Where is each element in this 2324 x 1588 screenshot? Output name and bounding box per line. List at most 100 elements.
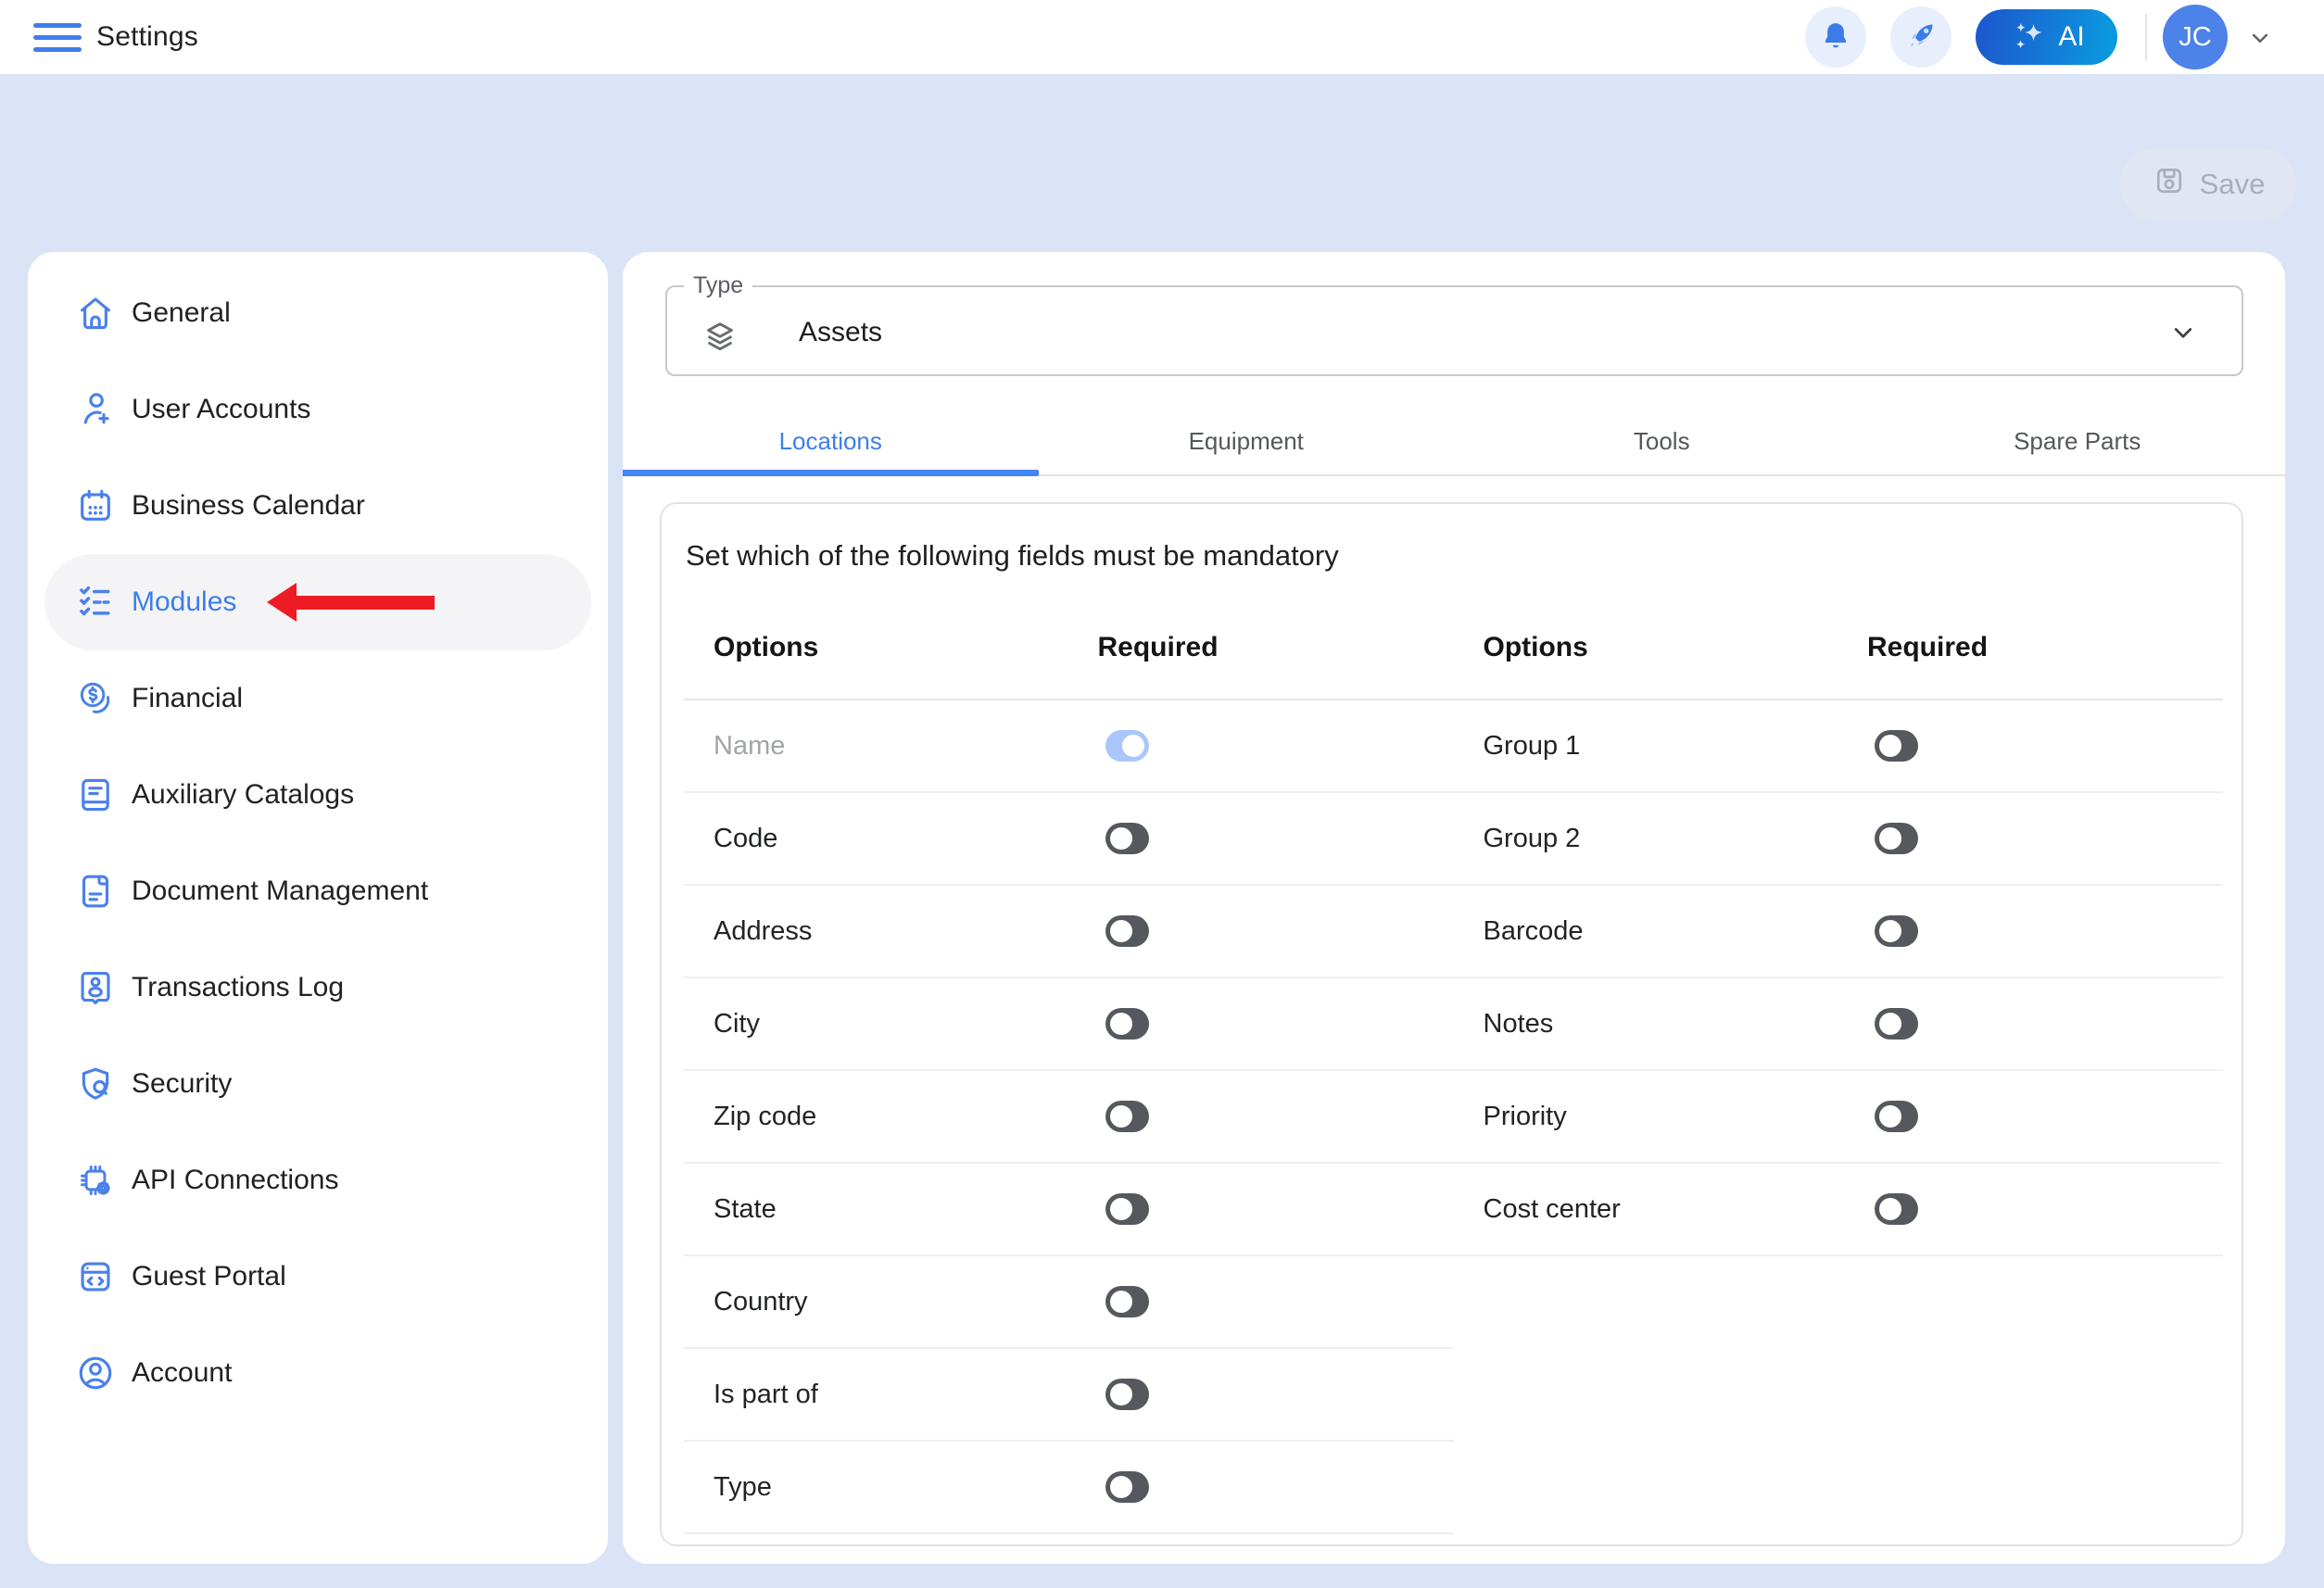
field-label: Is part of	[684, 1380, 1098, 1410]
user-avatar[interactable]: JC	[2163, 5, 2228, 69]
field-label: State	[684, 1194, 1098, 1225]
options-column-header: Options	[684, 632, 1098, 663]
sidebar-item-document-management[interactable]: Document Management	[44, 843, 591, 939]
toggle-knob	[1110, 1383, 1132, 1405]
bell-icon	[1818, 19, 1853, 57]
fields-table-right: OptionsRequiredGroup 1Group 2BarcodeNote…	[1454, 597, 2224, 1534]
id-badge-icon	[75, 967, 116, 1008]
arrow-shaft	[297, 596, 435, 610]
field-label: Address	[684, 916, 1098, 947]
field-label: Country	[684, 1287, 1098, 1317]
tab-spare-parts[interactable]: Spare Parts	[1870, 408, 2286, 474]
field-row-is-part-of: Is part of	[684, 1349, 1454, 1442]
sidebar-item-label: Modules	[132, 586, 236, 618]
required-toggle-priority[interactable]	[1875, 1101, 1918, 1132]
ai-button-label: AI	[2058, 21, 2084, 53]
user-menu-chevron-icon[interactable]	[2246, 24, 2274, 52]
tab-tools[interactable]: Tools	[1454, 408, 1870, 474]
sidebar-item-security[interactable]: Security	[44, 1036, 591, 1132]
sidebar-item-user-accounts[interactable]: User Accounts	[44, 361, 591, 458]
required-toggle-zip-code[interactable]	[1105, 1101, 1149, 1132]
required-toggle-cost-center[interactable]	[1875, 1193, 1918, 1225]
required-toggle-barcode[interactable]	[1875, 915, 1918, 947]
tab-equipment[interactable]: Equipment	[1039, 408, 1455, 474]
required-toggle-name[interactable]	[1105, 730, 1149, 762]
field-label: Code	[684, 824, 1098, 854]
required-toggle-notes[interactable]	[1875, 1008, 1918, 1040]
required-toggle-city[interactable]	[1105, 1008, 1149, 1040]
toggle-knob	[1122, 735, 1144, 757]
settings-sidebar: General User Accounts Business Calendar Mod…	[28, 252, 608, 1564]
type-select-label: Type	[684, 272, 752, 299]
sidebar-item-label: Account	[132, 1357, 232, 1389]
annotation-arrow	[267, 583, 435, 622]
table-header-row: OptionsRequired	[684, 597, 1454, 700]
toggle-knob	[1879, 1198, 1901, 1220]
field-row-city: City	[684, 978, 1454, 1071]
required-toggle-type[interactable]	[1105, 1471, 1149, 1503]
sidebar-item-label: Auxiliary Catalogs	[132, 779, 354, 811]
field-row-zip-code: Zip code	[684, 1071, 1454, 1164]
sidebar-item-label: Business Calendar	[132, 490, 365, 522]
sidebar-item-general[interactable]: General	[44, 265, 591, 361]
field-label: City	[684, 1009, 1098, 1040]
whats-new-button[interactable]	[1890, 6, 1951, 68]
app-header: Settings AI JC	[0, 0, 2324, 74]
user-plus-icon	[75, 389, 116, 430]
field-label: Cost center	[1454, 1194, 1868, 1225]
sidebar-item-list: General User Accounts Business Calendar Mod…	[28, 265, 608, 1421]
required-column-header: Required	[1098, 632, 1219, 663]
field-row-code: Code	[684, 793, 1454, 886]
required-toggle-state[interactable]	[1105, 1193, 1149, 1225]
toggle-knob	[1879, 1105, 1901, 1128]
toggle-knob	[1110, 827, 1132, 850]
calendar-icon	[75, 485, 116, 526]
field-label: Zip code	[684, 1102, 1098, 1132]
required-toggle-group-2[interactable]	[1875, 823, 1918, 854]
chip-gear-icon	[75, 1160, 116, 1201]
toggle-knob	[1879, 920, 1901, 942]
sidebar-item-modules[interactable]: Modules	[44, 554, 591, 650]
sidebar-item-label: API Connections	[132, 1165, 338, 1196]
type-select[interactable]: Type Assets	[665, 272, 2243, 376]
sidebar-item-label: Transactions Log	[132, 972, 344, 1003]
menu-icon[interactable]	[33, 23, 82, 52]
sidebar-item-business-calendar[interactable]: Business Calendar	[44, 458, 591, 554]
layers-icon	[700, 316, 740, 359]
field-row-country: Country	[684, 1256, 1454, 1349]
notifications-button[interactable]	[1805, 6, 1866, 68]
field-label: Barcode	[1454, 916, 1868, 947]
shield-icon	[75, 1064, 116, 1104]
field-row-group-2: Group 2	[1454, 793, 2224, 886]
dollar-coin-icon	[75, 678, 116, 719]
save-button-label: Save	[2200, 168, 2266, 201]
required-toggle-code[interactable]	[1105, 823, 1149, 854]
field-label: Notes	[1454, 1009, 1868, 1040]
toggle-knob	[1110, 1476, 1132, 1498]
page-title: Settings	[96, 21, 198, 53]
sidebar-item-api-connections[interactable]: API Connections	[44, 1132, 591, 1229]
sidebar-item-auxiliary-catalogs[interactable]: Auxiliary Catalogs	[44, 747, 591, 843]
field-row-notes: Notes	[1454, 978, 2224, 1071]
sidebar-item-transactions-log[interactable]: Transactions Log	[44, 939, 591, 1036]
toggle-knob	[1879, 735, 1901, 757]
tab-bar: LocationsEquipmentToolsSpare Parts	[623, 408, 2285, 476]
field-row-name: Name	[684, 700, 1454, 793]
field-row-address: Address	[684, 886, 1454, 978]
sidebar-item-financial[interactable]: Financial	[44, 650, 591, 747]
required-toggle-address[interactable]	[1105, 915, 1149, 947]
save-button[interactable]: Save	[2120, 148, 2296, 221]
required-toggle-country[interactable]	[1105, 1286, 1149, 1317]
required-toggle-is-part-of[interactable]	[1105, 1379, 1149, 1410]
type-select-value: Assets	[799, 317, 882, 348]
sidebar-item-guest-portal[interactable]: Guest Portal	[44, 1229, 591, 1325]
sidebar-item-label: User Accounts	[132, 394, 310, 425]
sidebar-item-account[interactable]: Account	[44, 1325, 591, 1421]
home-icon	[75, 293, 116, 334]
required-toggle-group-1[interactable]	[1875, 730, 1918, 762]
tab-locations[interactable]: Locations	[623, 408, 1039, 474]
ai-button[interactable]: AI	[1976, 9, 2117, 65]
required-column-header: Required	[1867, 632, 1988, 663]
mandatory-fields-card: Set which of the following fields must b…	[660, 502, 2243, 1546]
book-icon	[75, 775, 116, 815]
